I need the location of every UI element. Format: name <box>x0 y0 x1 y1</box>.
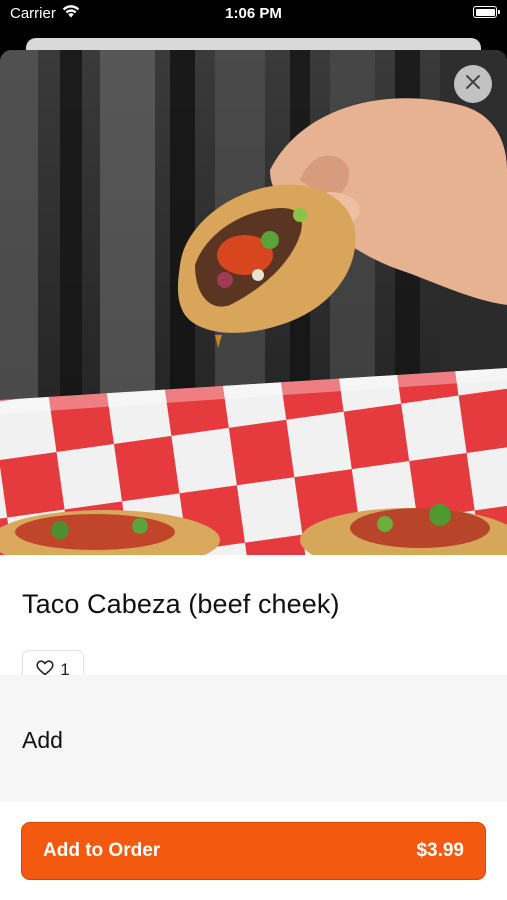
app-screen: Carrier 1:06 PM Taco Cabeza (beef cheek)… <box>0 0 507 900</box>
close-button[interactable] <box>454 65 492 103</box>
section-heading: Add <box>22 727 63 753</box>
add-to-order-label: Add to Order <box>43 840 161 861</box>
taco-illustration <box>0 50 507 555</box>
item-photo <box>0 50 507 555</box>
item-title: Taco Cabeza (beef cheek) <box>22 589 340 619</box>
order-price: $3.99 <box>416 840 464 861</box>
close-icon <box>465 74 481 95</box>
bottom-action-bar: Add to Order $3.99 <box>0 802 507 900</box>
battery-icon <box>473 6 500 18</box>
add-to-order-button[interactable]: Add to Order $3.99 <box>21 822 486 880</box>
status-bar: Carrier 1:06 PM <box>0 0 507 30</box>
status-time: 1:06 PM <box>225 5 282 22</box>
